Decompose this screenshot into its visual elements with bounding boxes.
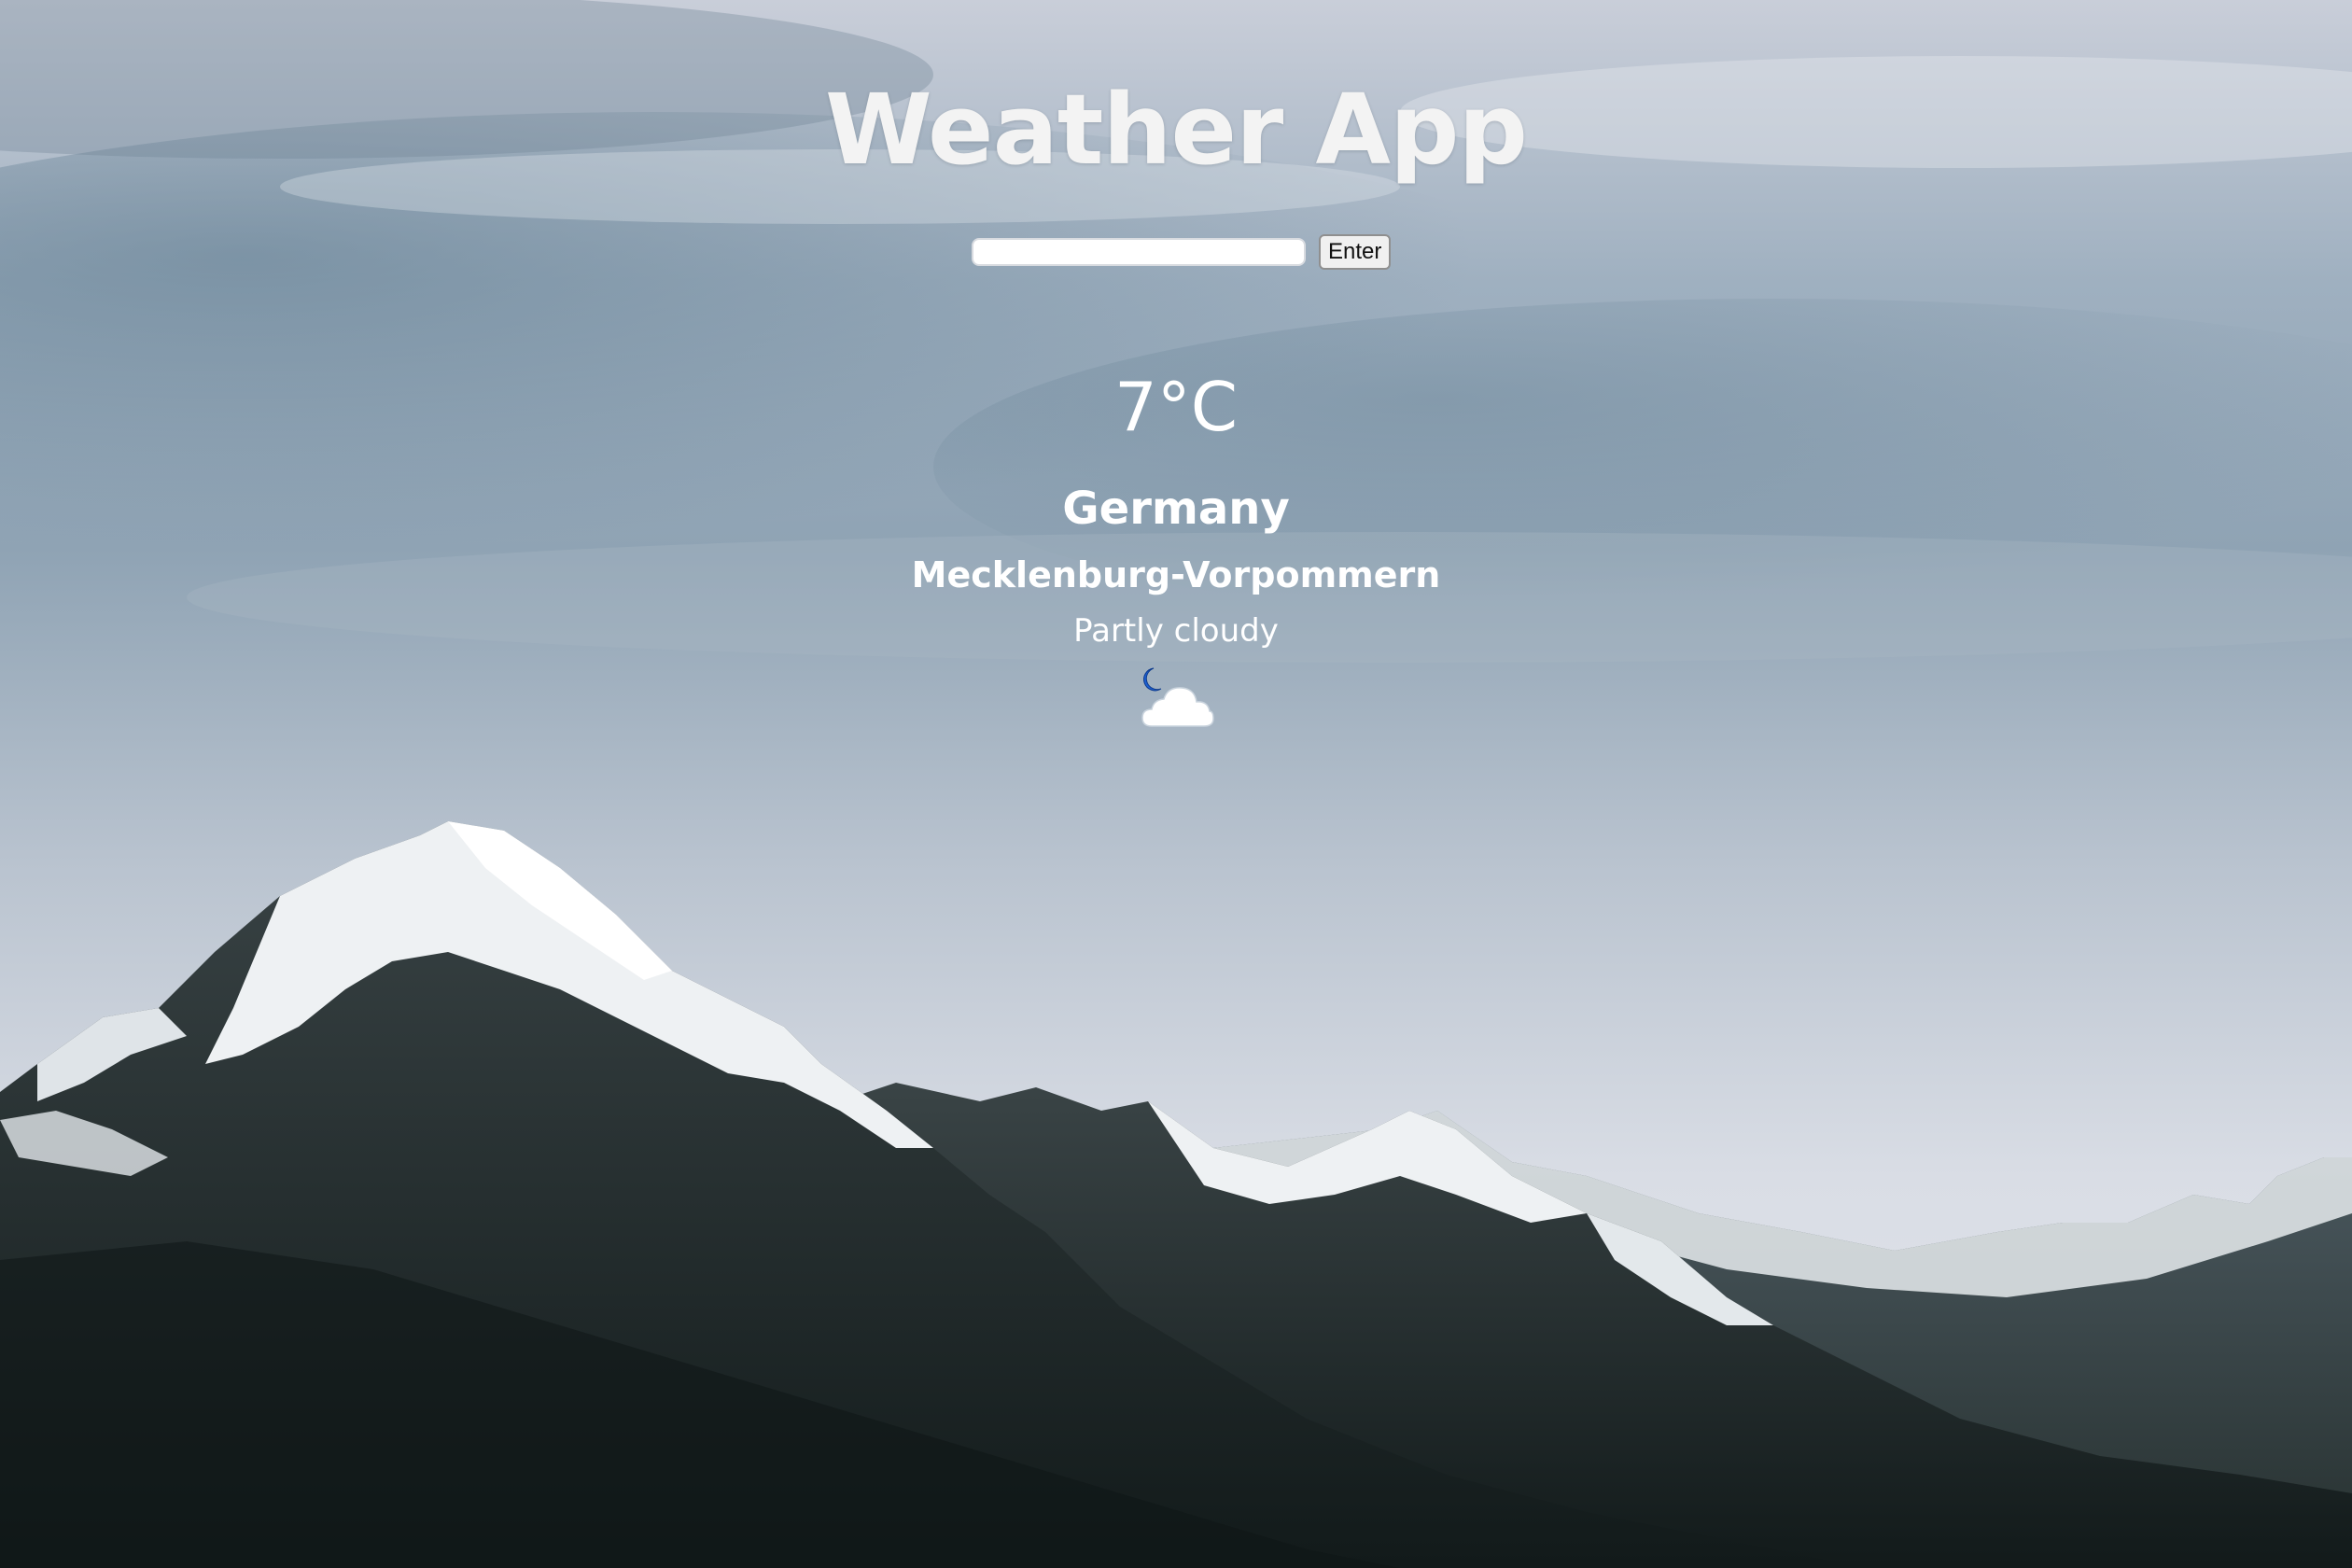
weather-app: Weather App Enter 7°C Germany Mecklenbur… xyxy=(0,0,2352,1568)
app-title: Weather App xyxy=(825,73,1528,187)
region-name: Mecklenburg-Vorpommern xyxy=(911,554,1441,595)
temperature: 7°C xyxy=(1113,368,1239,446)
search-bar: Enter xyxy=(972,233,1392,271)
enter-button[interactable]: Enter xyxy=(1319,234,1392,270)
weather-condition: Partly cloudy xyxy=(1073,612,1279,650)
city-search-input[interactable] xyxy=(972,238,1306,266)
country-name: Germany xyxy=(1062,483,1290,535)
partly-cloudy-night-icon xyxy=(1137,666,1217,735)
